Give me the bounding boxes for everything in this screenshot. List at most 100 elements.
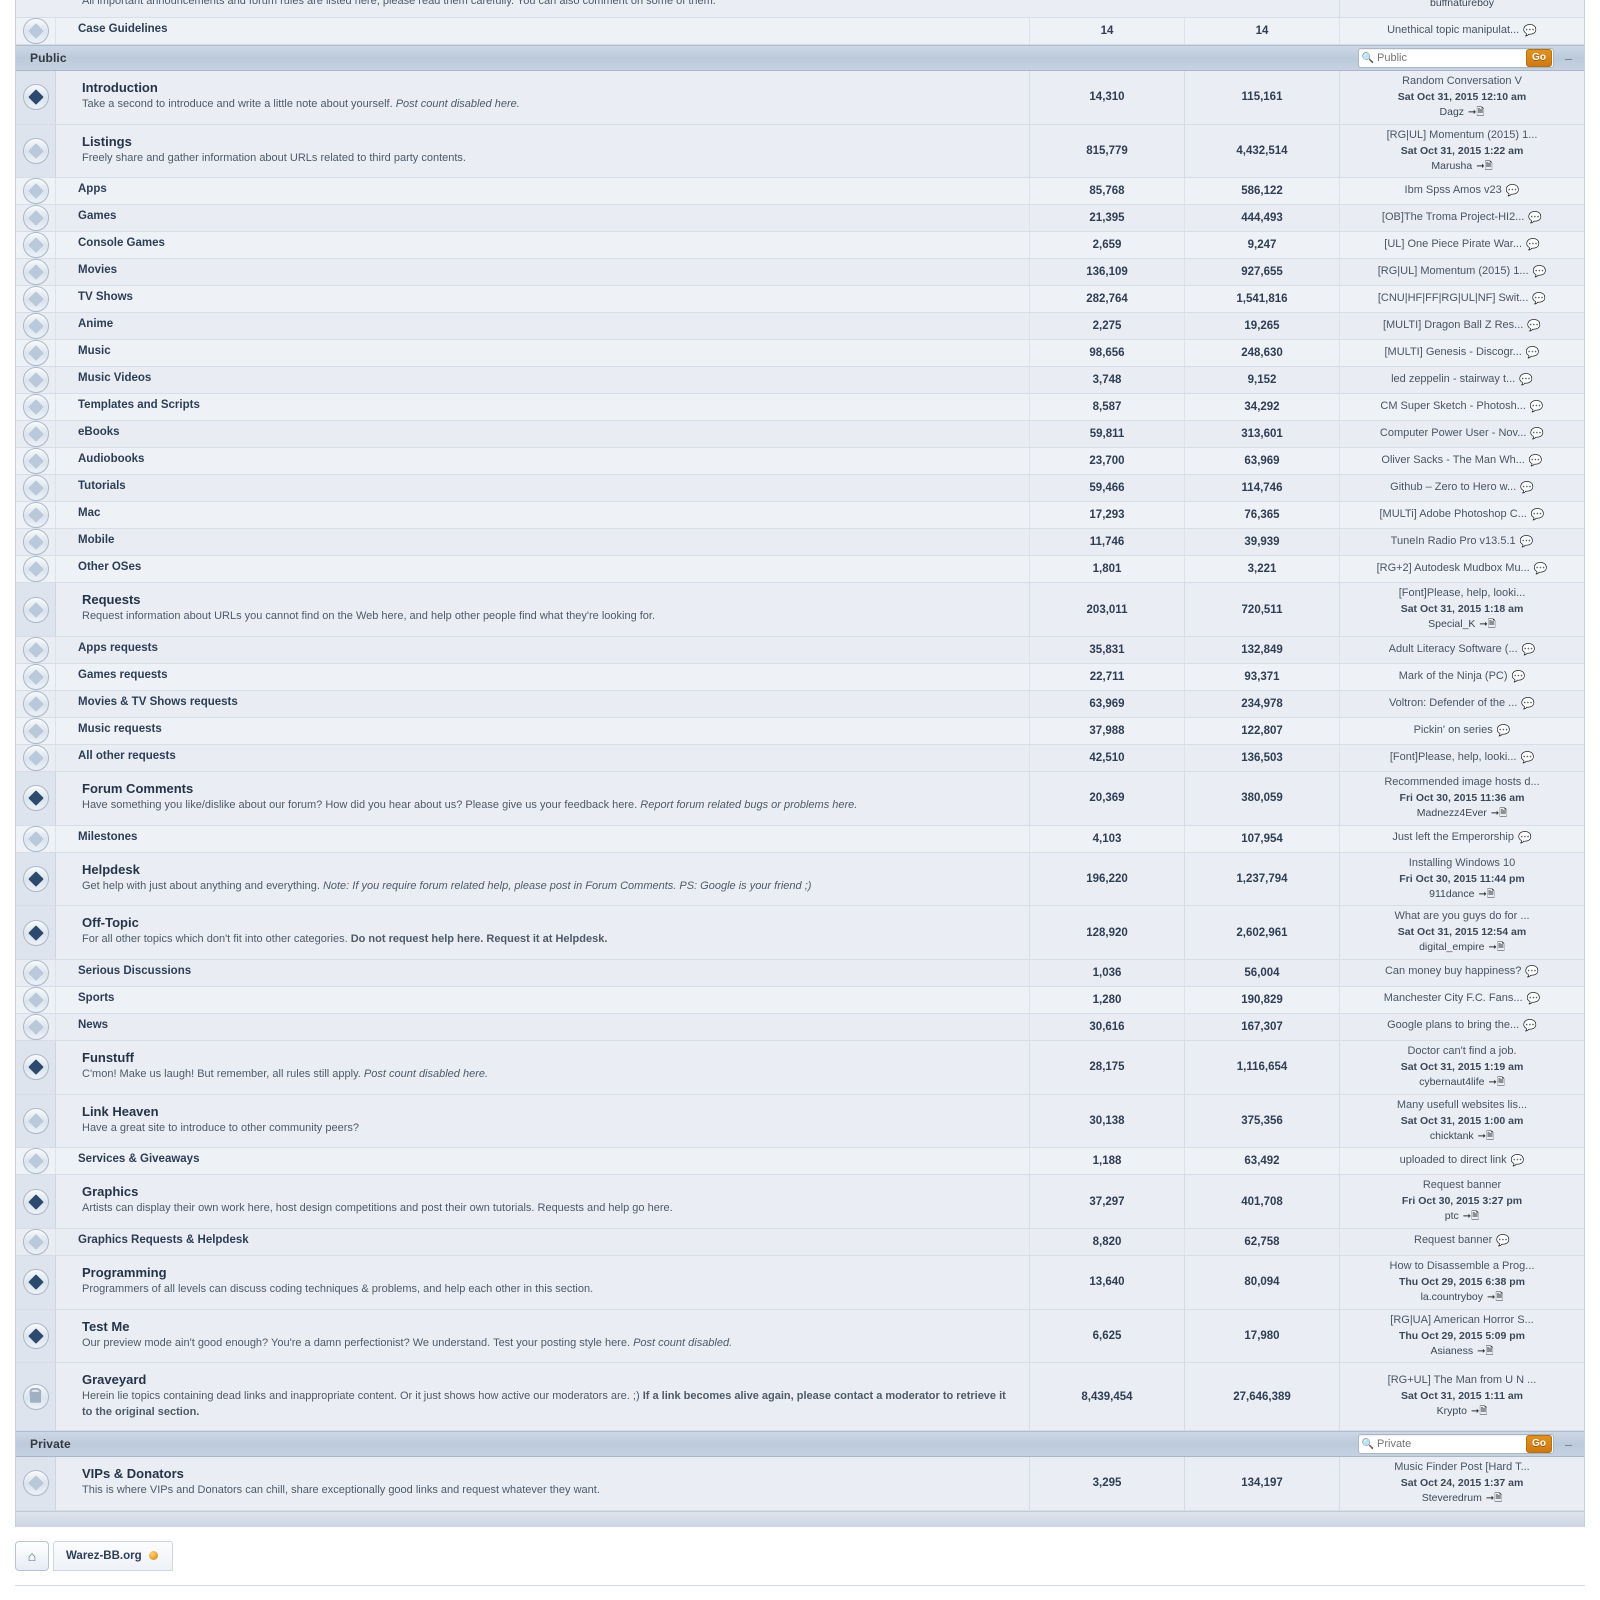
last-post-title[interactable]: Request banner 💬 [1414, 1233, 1510, 1250]
forum-row[interactable]: Graveyard Herein lie topics containing de… [16, 1363, 1584, 1432]
forum-link[interactable]: Helpdesk [82, 862, 1019, 877]
last-post-title[interactable]: [MULTI] Genesis - Discogr... 💬 [1384, 345, 1539, 362]
forum-link[interactable]: Graphics Requests & Helpdesk [78, 1234, 1019, 1246]
last-post-title[interactable]: TuneIn Radio Pro v13.5.1 💬 [1391, 534, 1534, 551]
last-post-title[interactable]: led zeppelin - stairway t... 💬 [1391, 372, 1533, 389]
forum-icon-cell[interactable] [16, 636, 56, 663]
forum-icon-cell[interactable] [16, 1255, 56, 1309]
goto-last-post-icon[interactable]: ➞🗎 [1491, 807, 1507, 822]
forum-icon-cell[interactable] [16, 1148, 56, 1175]
forum-row[interactable]: Test Me Our preview mode ain't good enoug… [16, 1309, 1584, 1364]
last-post-title[interactable]: [Font]Please, help, looki... 💬 [1390, 750, 1534, 767]
forum-icon-cell[interactable] [16, 232, 56, 259]
last-post-title[interactable]: Voltron: Defender of the ... 💬 [1389, 696, 1535, 713]
goto-last-post-icon[interactable]: ➞🗎 [1476, 160, 1492, 175]
forum-link[interactable]: All other requests [78, 750, 1019, 762]
forum-link[interactable]: Games requests [78, 669, 1019, 681]
forum-link[interactable]: Services & Giveaways [78, 1153, 1019, 1165]
forum-icon-cell[interactable] [16, 663, 56, 690]
forum-row[interactable]: Requests Request information about URLs y… [16, 583, 1584, 637]
last-post-title[interactable]: Ibm Spss Amos v23 💬 [1405, 183, 1520, 200]
last-post-title[interactable]: Request banner [1423, 1178, 1501, 1194]
forum-row[interactable]: All other requests 42,510 136,503 [Font]Ple… [16, 744, 1584, 772]
forum-icon-cell[interactable] [16, 959, 56, 986]
forum-row[interactable]: Helpdesk Get help with just about anythin… [16, 852, 1584, 907]
last-post-user[interactable]: Krypto ➞🗎 [1437, 1404, 1488, 1420]
last-post-title[interactable]: [RG+2] Autodesk Mudbox Mu... 💬 [1377, 561, 1548, 578]
last-post-title[interactable]: Mark of the Ninja (PC) 💬 [1399, 669, 1526, 686]
last-post-user[interactable]: Special_K ➞🗎 [1428, 617, 1496, 633]
last-post-user[interactable]: Asianess ➞🗎 [1430, 1344, 1493, 1360]
last-post-title[interactable]: Doctor can't find a job. [1407, 1044, 1516, 1060]
last-post-title[interactable]: [OB]The Troma Project-HI2... 💬 [1382, 210, 1542, 227]
forum-icon-cell[interactable] [16, 529, 56, 556]
last-post-title[interactable]: [CNU|HF|FF|RG|UL|NF] Swit... 💬 [1378, 291, 1546, 308]
forum-icon-cell[interactable] [16, 1094, 56, 1148]
last-post-user[interactable]: digital_empire ➞🗎 [1419, 940, 1505, 956]
home-button[interactable]: ⌂ [15, 1540, 49, 1571]
forum-row[interactable]: Graphics Requests & Helpdesk 8,820 62,758 R… [16, 1228, 1584, 1256]
forum-row[interactable]: Music 98,656 248,630 [MULTI] Genesis - Disc… [16, 340, 1584, 368]
goto-last-post-icon[interactable]: ➞🗎 [1487, 1291, 1503, 1306]
goto-last-post-icon[interactable]: ➞🗎 [1477, 1345, 1493, 1360]
last-post-title[interactable]: Manchester City F.C. Fans... 💬 [1384, 991, 1540, 1008]
last-post-title[interactable]: CM Super Sketch - Photosh... 💬 [1380, 399, 1543, 416]
forum-icon-cell[interactable] [16, 1309, 56, 1363]
forum-row[interactable]: Audiobooks 23,700 63,969 Oliver Sacks - The… [16, 448, 1584, 476]
forum-row[interactable]: Off-Topic For all other topics which don'… [16, 906, 1584, 960]
goto-last-post-icon[interactable]: ➞🗎 [1471, 1405, 1487, 1420]
forum-row[interactable]: Introduction Take a second to introduce a… [16, 71, 1584, 125]
forum-link[interactable]: Milestones [78, 831, 1019, 843]
last-post-user[interactable]: Marusha ➞🗎 [1431, 159, 1492, 175]
last-post-title[interactable]: [MULTi] Adobe Photoshop C... 💬 [1379, 507, 1544, 524]
forum-row[interactable]: Apps 85,768 586,122 Ibm Spss Amos v23 💬 [16, 178, 1584, 206]
forum-row[interactable]: Link Heaven Have a great site to introduc… [16, 1094, 1584, 1149]
forum-link[interactable]: Movies [78, 264, 1019, 276]
forum-icon-cell[interactable] [16, 986, 56, 1013]
forum-row[interactable]: Music requests 37,988 122,807 Pickin' on se… [16, 717, 1584, 745]
last-post-title[interactable]: Random Conversation V [1402, 74, 1522, 90]
forum-icon-cell[interactable] [16, 340, 56, 367]
goto-last-post-icon[interactable]: ➞🗎 [1488, 1076, 1504, 1091]
goto-last-post-icon[interactable]: ➞🗎 [1479, 618, 1495, 633]
category-collapse-button[interactable]: – [1561, 1437, 1576, 1452]
last-post-title[interactable]: How to Disassemble a Prog... [1390, 1259, 1535, 1275]
category-search-box[interactable]: 🔍 Go [1358, 1434, 1554, 1455]
forum-row[interactable]: Movies & TV Shows requests 63,969 234,978 V… [16, 690, 1584, 718]
forum-row[interactable]: Games requests 22,711 93,371 Mark of the Ni… [16, 663, 1584, 691]
last-post-title[interactable]: Recommended image hosts d... [1384, 775, 1539, 791]
forum-row[interactable]: Other OSes 1,801 3,221 [RG+2] Autodesk Mudb… [16, 556, 1584, 584]
forum-row[interactable]: TV Shows 282,764 1,541,816 [CNU|HF|FF|RG|UL… [16, 286, 1584, 314]
forum-row[interactable]: News 30,616 167,307 Google plans to bring t… [16, 1013, 1584, 1041]
forum-link[interactable]: Music requests [78, 723, 1019, 735]
forum-icon-cell[interactable] [16, 1040, 56, 1094]
forum-icon-cell[interactable] [16, 717, 56, 744]
forum-row[interactable]: Templates and Scripts 8,587 34,292 CM Super… [16, 394, 1584, 422]
forum-link[interactable]: eBooks [78, 426, 1019, 438]
forum-row[interactable]: Forum Comments Have something you like/di… [16, 771, 1584, 826]
forum-link[interactable]: Introduction [82, 80, 1019, 95]
last-post-user[interactable]: cybernaut4life ➞🗎 [1419, 1075, 1505, 1091]
forum-icon-cell[interactable] [16, 1228, 56, 1255]
forum-link[interactable]: News [78, 1019, 1019, 1031]
category-collapse-button[interactable]: – [1561, 51, 1576, 66]
forum-row[interactable]: eBooks 59,811 313,601 Computer Power User -… [16, 421, 1584, 449]
forum-row[interactable]: Mac 17,293 76,365 [MULTi] Adobe Photoshop C… [16, 502, 1584, 530]
last-post-title[interactable]: Music Finder Post [Hard T... [1394, 1460, 1530, 1476]
category-search-go-button[interactable]: Go [1526, 1435, 1552, 1454]
last-post-title[interactable]: [Font]Please, help, looki... [1399, 586, 1526, 602]
last-post-title[interactable]: Unethical topic manipulat... 💬 [1387, 23, 1537, 40]
last-post-user[interactable]: Dagz ➞🗎 [1440, 105, 1485, 121]
forum-row[interactable]: Serious Discussions 1,036 56,004 Can money … [16, 959, 1584, 987]
forum-icon-cell[interactable] [16, 205, 56, 232]
forum-row[interactable]: Music Videos 3,748 9,152 led zeppelin - sta… [16, 367, 1584, 395]
breadcrumb-item-board[interactable]: Warez-BB.org [53, 1540, 173, 1571]
forum-icon-cell[interactable] [16, 394, 56, 421]
forum-row[interactable]: Console Games 2,659 9,247 [UL] One Piece Pi… [16, 232, 1584, 260]
forum-link[interactable]: Tutorials [78, 480, 1019, 492]
forum-icon-cell[interactable] [16, 421, 56, 448]
last-post-title[interactable]: [RG|UL] Momentum (2015) 1... 💬 [1378, 264, 1547, 281]
forum-row[interactable]: Mobile 11,746 39,939 TuneIn Radio Pro v13.5… [16, 529, 1584, 557]
forum-row[interactable]: Listings Freely share and gather informat… [16, 124, 1584, 179]
category-search-input[interactable] [1377, 52, 1526, 64]
